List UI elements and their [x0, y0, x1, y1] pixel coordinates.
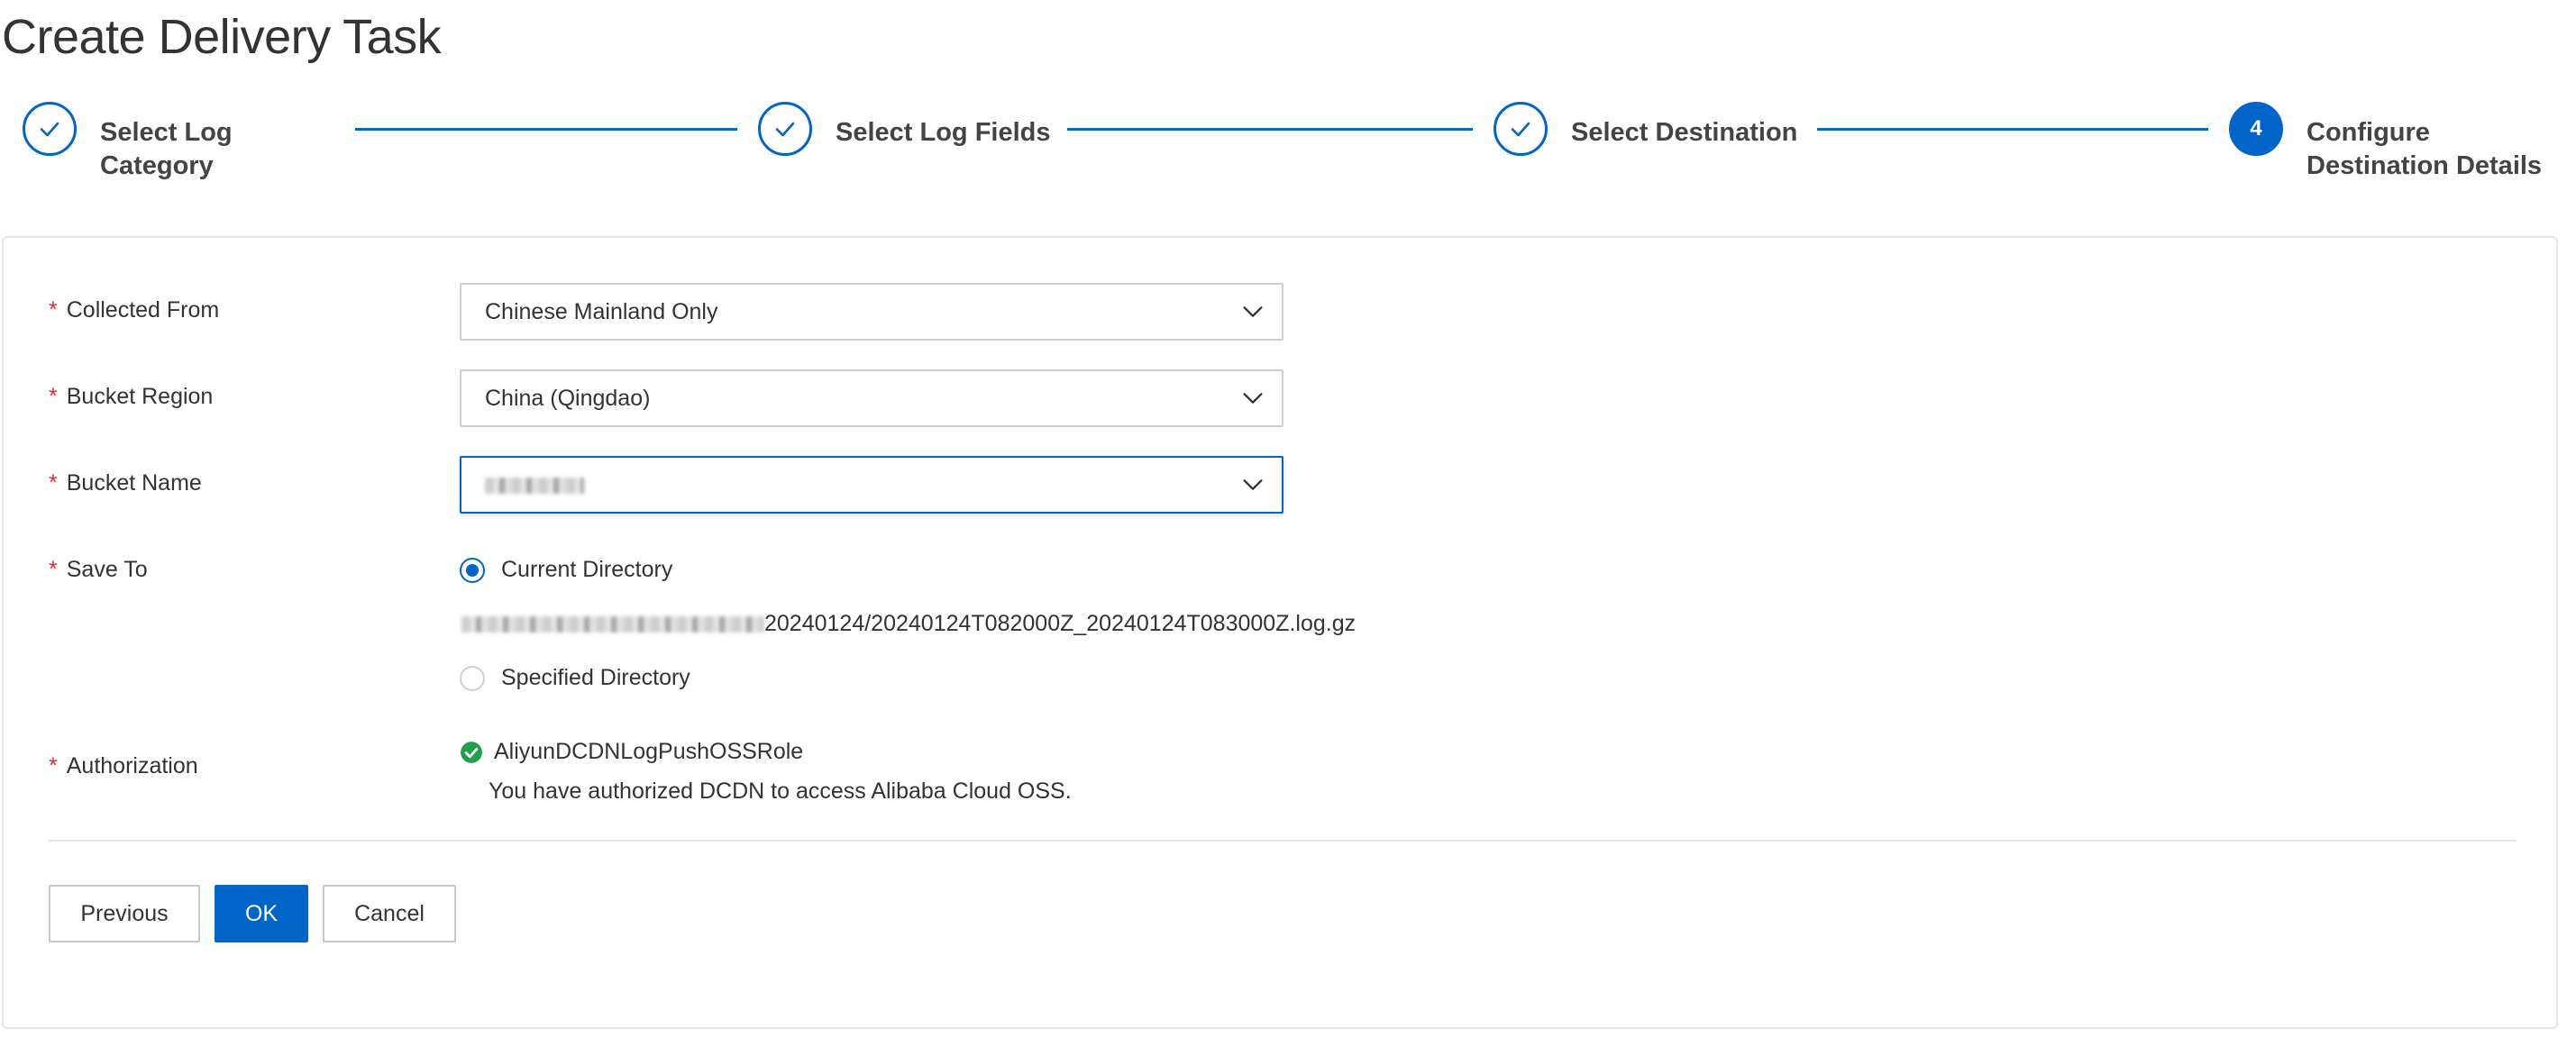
save-path-preview: 20240124/20240124T082000Z_20240124T08300… — [461, 611, 1356, 637]
collected-from-label: * Collected From — [49, 297, 219, 323]
check-icon — [1511, 122, 1530, 137]
bucket-name-select[interactable] — [460, 456, 1283, 514]
chevron-down-icon — [1243, 479, 1263, 490]
required-mark: * — [49, 297, 58, 323]
step-label-line: Select Destination — [1571, 118, 1798, 147]
radio-button[interactable] — [460, 557, 485, 583]
check-icon — [775, 122, 795, 137]
select-value: China (Qingdao) — [485, 385, 651, 411]
step-check-circle — [23, 102, 77, 156]
label-text: Bucket Region — [66, 384, 214, 409]
check-icon — [40, 122, 59, 137]
authorization-description: You have authorized DCDN to access Aliba… — [489, 778, 1072, 804]
step-label: Select Destination — [1571, 116, 1797, 150]
step-label-line: Category — [100, 151, 214, 180]
select-value: Chinese Mainland Only — [485, 298, 718, 324]
redacted-bucket-name — [485, 477, 584, 494]
step-label-line: Configure — [2307, 118, 2430, 147]
save-to-label: * Save To — [49, 557, 148, 583]
redacted-path-prefix — [461, 615, 764, 633]
radio-specified-directory[interactable]: Specified Directory — [460, 665, 690, 691]
check-circle-icon — [461, 741, 482, 763]
step-connector — [355, 128, 737, 131]
step-configure-destination-details: 4 Configure Destination Details — [2229, 102, 2542, 183]
step-label: Select Log Fields — [836, 116, 1051, 150]
step-label-line: Select Log — [100, 118, 233, 147]
required-mark: * — [49, 470, 58, 496]
step-connector — [1067, 128, 1473, 131]
step-connector — [1817, 128, 2208, 131]
bucket-name-label: * Bucket Name — [49, 470, 202, 496]
chevron-down-icon — [1243, 393, 1263, 404]
step-label-line: Destination Details — [2307, 151, 2543, 180]
page-title: Create Delivery Task — [2, 10, 442, 64]
ok-button[interactable]: OK — [215, 885, 308, 942]
step-select-log-category: Select Log Category — [23, 102, 233, 183]
collected-from-select[interactable]: Chinese Mainland Only — [460, 283, 1283, 341]
divider — [49, 840, 2517, 842]
required-mark: * — [49, 753, 58, 778]
step-number: 4 — [2250, 116, 2262, 141]
authorization-label: * Authorization — [49, 753, 198, 779]
form-card: * Collected From Chinese Mainland Only * B… — [2, 236, 2558, 1029]
step-label: Select Log Category — [100, 116, 233, 183]
label-text: Save To — [66, 557, 148, 582]
radio-button[interactable] — [460, 665, 485, 691]
required-mark: * — [49, 557, 58, 582]
bucket-region-select[interactable]: China (Qingdao) — [460, 369, 1283, 427]
previous-button[interactable]: Previous — [49, 885, 200, 942]
radio-current-directory[interactable]: Current Directory — [460, 557, 672, 583]
step-check-circle — [758, 102, 812, 156]
authorization-status: AliyunDCDNLogPushOSSRole — [460, 739, 803, 765]
authorization-role: AliyunDCDNLogPushOSSRole — [494, 739, 804, 764]
step-number-circle: 4 — [2229, 102, 2283, 156]
label-text: Bucket Name — [66, 470, 202, 496]
step-check-circle — [1494, 102, 1548, 156]
step-label: Configure Destination Details — [2307, 116, 2542, 183]
radio-label: Specified Directory — [501, 665, 690, 690]
step-label-line: Select Log Fields — [836, 118, 1051, 147]
radio-label: Current Directory — [501, 557, 673, 582]
path-suffix: 20240124/20240124T082000Z_20240124T08300… — [764, 611, 1357, 636]
chevron-down-icon — [1243, 306, 1263, 317]
label-text: Authorization — [66, 753, 198, 778]
cancel-button[interactable]: Cancel — [323, 885, 456, 942]
select-value — [485, 472, 1240, 498]
bucket-region-label: * Bucket Region — [49, 384, 213, 410]
label-text: Collected From — [66, 297, 220, 323]
required-mark: * — [49, 384, 58, 409]
step-select-destination: Select Destination — [1494, 102, 1797, 156]
step-select-log-fields: Select Log Fields — [758, 102, 1051, 156]
